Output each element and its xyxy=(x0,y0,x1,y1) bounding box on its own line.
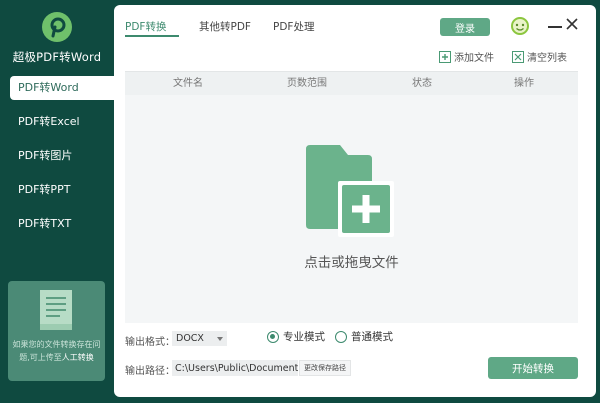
close-icon[interactable] xyxy=(566,18,578,33)
sidebar-item-pdf-to-ppt[interactable]: PDF转PPT xyxy=(10,178,114,202)
active-tab-indicator xyxy=(125,35,179,37)
manual-conversion-hint: 如果您的文件转换存在问题,可上传至人工转换 xyxy=(12,338,101,364)
output-path-label: 输出路径： xyxy=(125,366,175,377)
clear-list-button[interactable]: 清空列表 xyxy=(512,49,567,64)
mode-professional-radio[interactable]: 专业模式 xyxy=(267,329,325,344)
sidebar-item-pdf-to-excel[interactable]: PDF转Excel xyxy=(10,110,114,134)
login-button[interactable]: 登录 xyxy=(440,18,490,36)
clear-list-label: 清空列表 xyxy=(527,53,567,64)
app-name: 超极PDF转Word xyxy=(12,50,102,64)
mode-professional-label: 专业模式 xyxy=(283,331,325,343)
sidebar-item-pdf-to-image[interactable]: PDF转图片 xyxy=(10,144,114,168)
add-file-label: 添加文件 xyxy=(454,53,494,64)
add-file-button[interactable]: 添加文件 xyxy=(439,49,494,64)
manual-conversion-card[interactable]: 如果您的文件转换存在问题,可上传至人工转换 xyxy=(8,281,105,381)
chevron-down-icon xyxy=(217,337,223,341)
drop-hint: 点击或拖曳文件 xyxy=(304,255,399,271)
sidebar-item-pdf-to-word[interactable]: PDF转Word xyxy=(10,76,114,100)
tab-other-to-pdf[interactable]: 其他转PDF xyxy=(199,19,251,34)
customer-service-icon[interactable] xyxy=(510,16,530,39)
main-panel: PDF转换 其他转PDF PDF处理 登录 添加文件 清空列表 文件名 页数范围… xyxy=(114,5,596,397)
add-folder-icon xyxy=(306,145,398,240)
app-logo-icon xyxy=(42,12,72,42)
sidebar: 超极PDF转Word PDF转Word PDF转Excel PDF转图片 PDF… xyxy=(0,0,114,403)
radio-unchecked-icon xyxy=(335,330,347,343)
document-icon xyxy=(40,290,72,333)
mode-normal-radio[interactable]: 普通模式 xyxy=(335,329,393,344)
output-format-label: 输出格式： xyxy=(125,337,175,348)
tab-pdf-convert[interactable]: PDF转换 xyxy=(125,19,166,34)
file-drop-area[interactable]: 点击或拖曳文件 xyxy=(125,95,578,323)
app-logo-area: 超极PDF转Word xyxy=(0,12,114,65)
file-table-header: 文件名 页数范围 状态 操作 xyxy=(125,71,578,95)
column-filename: 文件名 xyxy=(173,78,203,89)
clear-list-icon xyxy=(512,50,524,63)
start-convert-button[interactable]: 开始转换 xyxy=(488,357,578,379)
column-action: 操作 xyxy=(514,78,534,89)
column-page-range: 页数范围 xyxy=(287,78,327,89)
output-format-select[interactable]: DOCX xyxy=(172,331,227,346)
minimize-icon[interactable] xyxy=(548,26,562,28)
sidebar-nav: PDF转Word PDF转Excel PDF转图片 PDF转PPT PDF转TX… xyxy=(10,76,114,246)
radio-checked-icon xyxy=(267,330,279,343)
output-format-value: DOCX xyxy=(176,333,204,344)
output-path-input[interactable] xyxy=(172,360,298,376)
column-status: 状态 xyxy=(412,78,432,89)
tab-pdf-process[interactable]: PDF处理 xyxy=(273,19,314,34)
add-file-icon xyxy=(439,50,451,63)
sidebar-item-pdf-to-txt[interactable]: PDF转TXT xyxy=(10,212,114,236)
change-path-button[interactable]: 更改保存路径 xyxy=(299,360,351,376)
manual-conversion-link[interactable]: 人工转换 xyxy=(62,353,94,362)
mode-normal-label: 普通模式 xyxy=(351,331,393,343)
